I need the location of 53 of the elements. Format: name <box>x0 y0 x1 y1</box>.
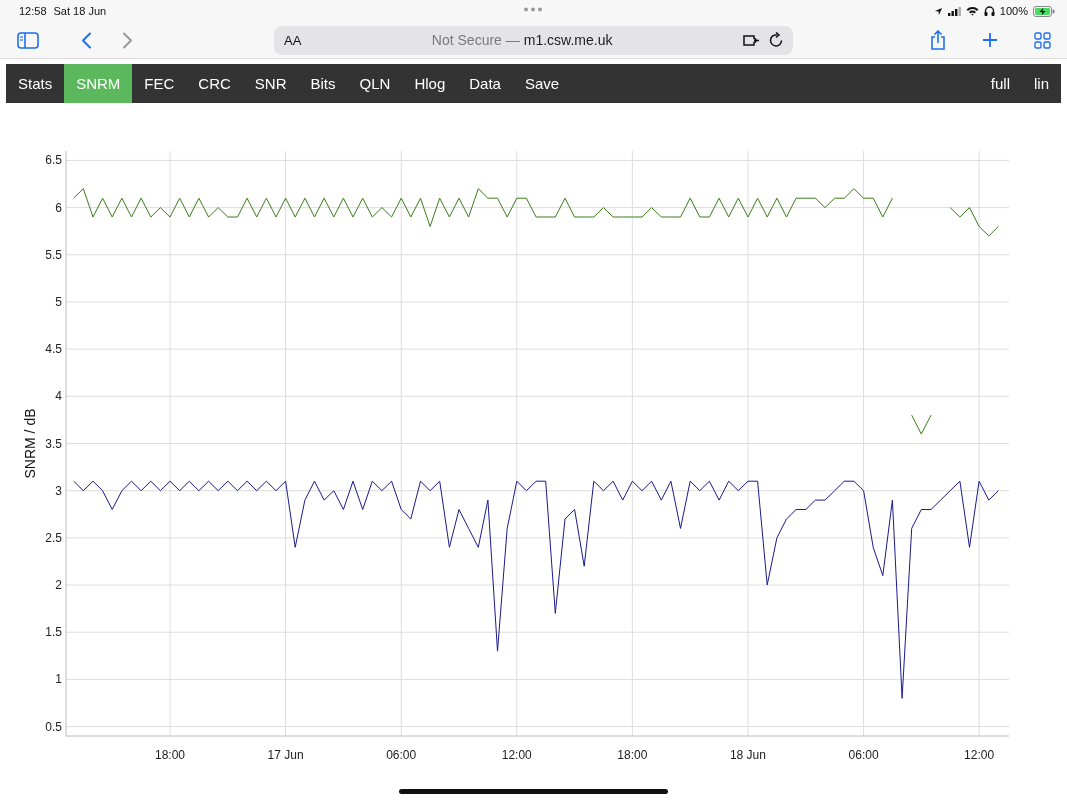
tab-grid-icon[interactable] <box>1034 31 1051 49</box>
nav-link[interactable]: full <box>978 64 1022 103</box>
y-tick-label: 1 <box>55 672 62 687</box>
x-tick-label: 18:00 <box>155 748 186 762</box>
domain-text: m1.csw.me.uk <box>523 32 613 48</box>
reload-icon[interactable] <box>769 32 784 48</box>
x-tick-label: 12:00 <box>501 748 532 762</box>
nav-tab[interactable]: SNR <box>242 64 299 103</box>
multitask-dots-icon[interactable] <box>523 7 543 12</box>
security-label: Not Secure — <box>431 32 520 48</box>
x-tick-label: 17 Jun <box>267 748 304 762</box>
y-tick-label: 4 <box>55 389 62 404</box>
nav-tab[interactable]: Bits <box>298 64 348 103</box>
address-bar[interactable]: AA Not Secure — m1.csw.me.uk <box>274 25 793 55</box>
y-tick-label: 6 <box>55 200 62 215</box>
y-tick-label: 3 <box>55 483 62 498</box>
signal-icon <box>947 6 961 16</box>
x-tick-label: 12:00 <box>964 748 995 762</box>
nav-tab[interactable]: Stats <box>6 64 65 103</box>
y-tick-label: 2 <box>55 578 62 593</box>
y-tick-label: 3.5 <box>45 436 62 451</box>
x-tick-label: 18 Jun <box>729 748 766 762</box>
nav-tab[interactable]: QLN <box>347 64 403 103</box>
x-tick-label: 06:00 <box>386 748 417 762</box>
nav-tab[interactable]: Data <box>457 64 513 103</box>
battery-percent: 100% <box>999 5 1028 17</box>
headphones-icon <box>983 6 995 16</box>
back-chevron-icon[interactable] <box>81 31 92 49</box>
plus-icon[interactable] <box>982 32 998 48</box>
y-tick-label: 5 <box>55 294 62 309</box>
y-tick-label: 5.5 <box>45 247 62 262</box>
y-tick-label: 1.5 <box>45 625 62 640</box>
share-icon[interactable] <box>930 30 946 50</box>
forward-chevron-icon[interactable] <box>122 31 133 49</box>
status-date: Sat 18 Jun <box>53 5 107 17</box>
nav-link[interactable]: lin <box>1022 64 1061 103</box>
nav-tab[interactable]: FEC <box>132 64 187 103</box>
y-tick-label: 6.5 <box>45 153 62 168</box>
x-tick-label: 18:00 <box>617 748 648 762</box>
x-tick-label: 06:00 <box>848 748 879 762</box>
y-axis-title: SNRM / dB <box>22 408 38 479</box>
text-size-button[interactable]: AA <box>284 32 302 48</box>
nav-tab[interactable]: CRC <box>186 64 243 103</box>
y-tick-label: 2.5 <box>45 530 62 545</box>
y-tick-label: 4.5 <box>45 342 62 357</box>
nav-tab[interactable]: Save <box>512 64 572 103</box>
nav-tab[interactable]: Hlog <box>402 64 458 103</box>
wifi-icon <box>965 6 979 16</box>
y-tick-label: 0.5 <box>45 719 62 734</box>
sidebar-icon[interactable] <box>17 31 39 49</box>
battery-charging-icon <box>1033 5 1055 17</box>
location-arrow-icon <box>933 6 943 16</box>
status-time: 12:58 <box>19 5 47 17</box>
